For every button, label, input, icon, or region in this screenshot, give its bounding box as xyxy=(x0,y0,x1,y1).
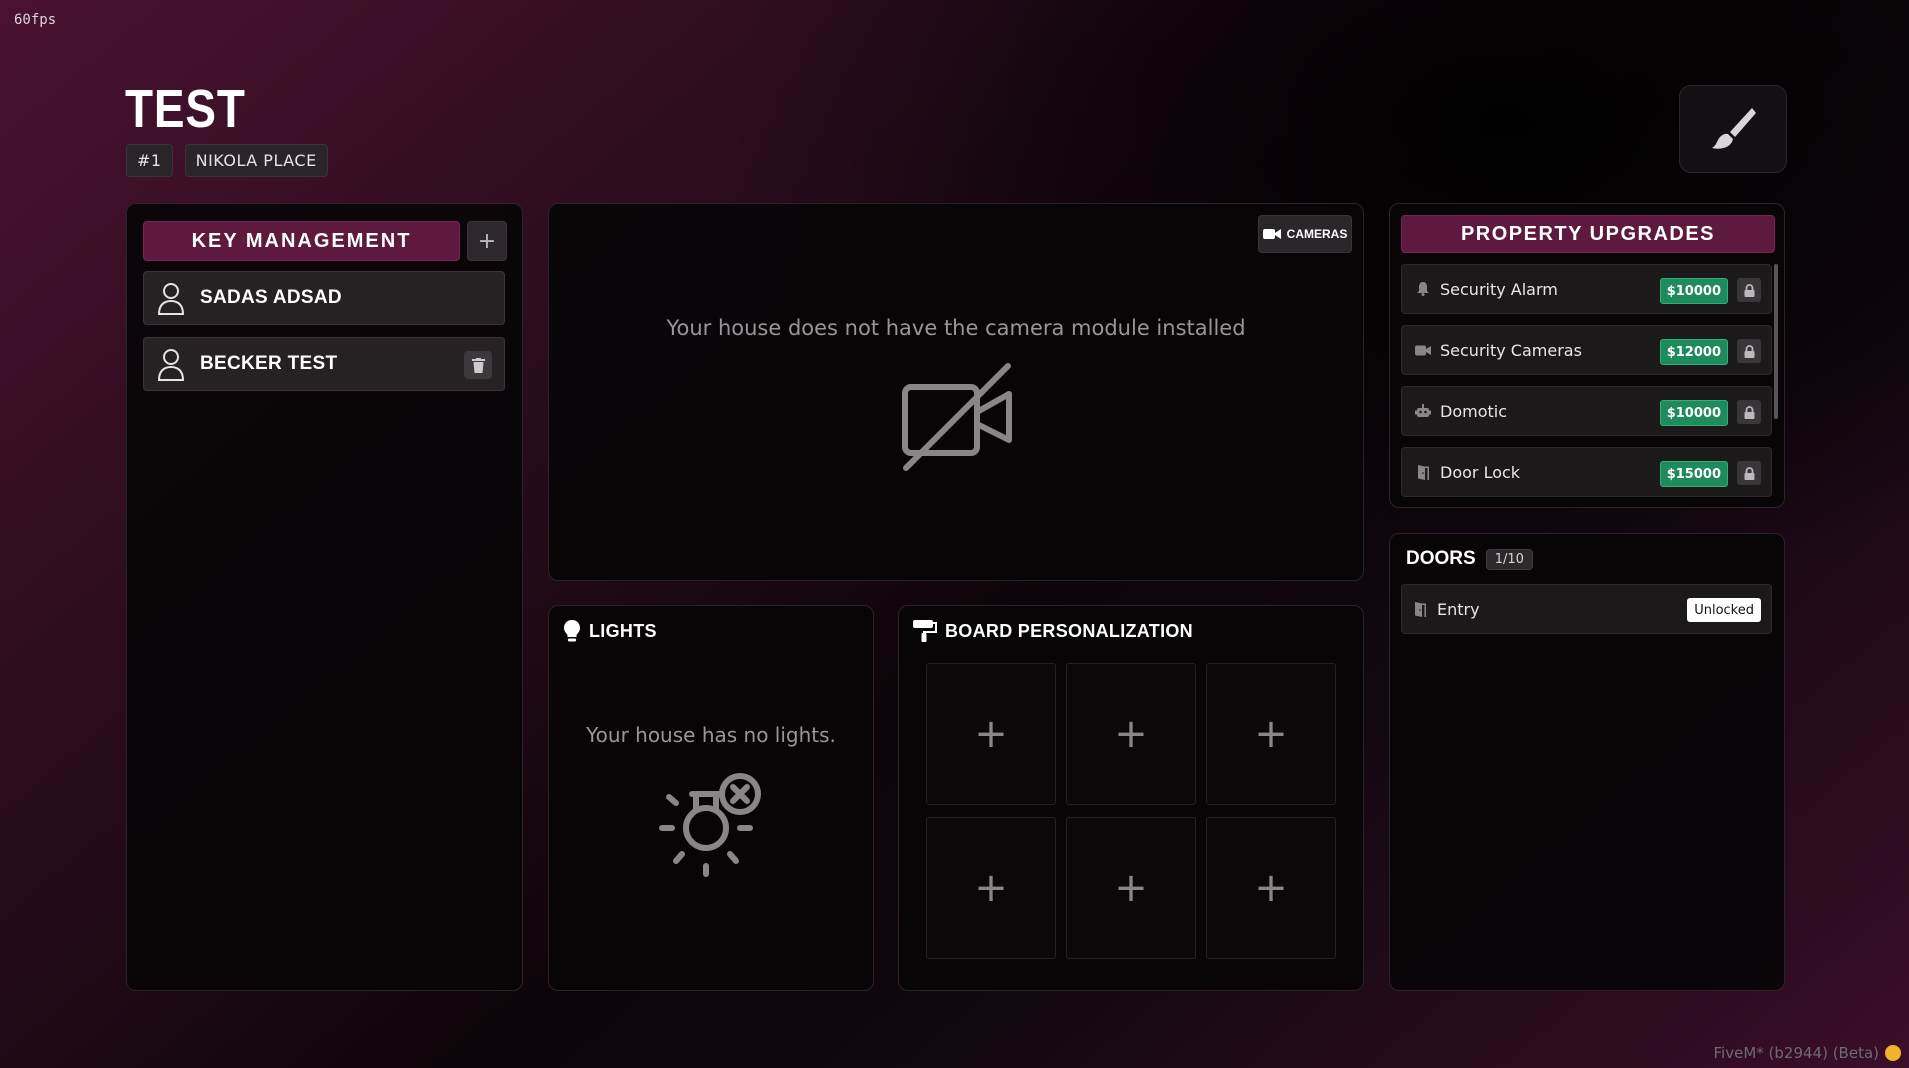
upgrade-lock-button[interactable] xyxy=(1737,339,1761,363)
fps-counter: 60fps xyxy=(14,12,57,28)
board-slot-add-button[interactable]: + xyxy=(926,817,1056,959)
lights-panel: LIGHTS Your house has no lights. xyxy=(548,605,874,991)
customize-brush-button[interactable] xyxy=(1679,85,1787,173)
light-bulb-icon xyxy=(564,620,580,642)
board-title-label: BOARD PERSONALIZATION xyxy=(945,620,1193,641)
doors-header: DOORS 1/10 xyxy=(1406,548,1533,570)
add-key-button[interactable]: + xyxy=(467,221,507,261)
property-upgrades-panel: PROPERTY UPGRADES Security Alarm $10000 … xyxy=(1389,203,1785,508)
door-label: Entry xyxy=(1437,599,1480,619)
user-icon xyxy=(157,283,185,315)
upgrade-lock-button[interactable] xyxy=(1737,278,1761,302)
key-user-name: SADAS ADSAD xyxy=(200,287,342,308)
upgrade-price: $10000 xyxy=(1659,278,1728,304)
upgrade-label: Security Cameras xyxy=(1440,340,1582,360)
cameras-button[interactable]: CAMERAS xyxy=(1258,215,1352,253)
upgrade-row-door-lock[interactable]: Door Lock $15000 xyxy=(1401,447,1772,497)
board-slot-add-button[interactable]: + xyxy=(1066,663,1196,805)
door-status-toggle[interactable]: Unlocked xyxy=(1687,598,1761,622)
video-camera-icon xyxy=(1262,229,1281,239)
board-title: BOARD PERSONALIZATION xyxy=(913,620,1193,642)
upgrade-label: Domotic xyxy=(1440,401,1507,421)
key-user-row[interactable]: SADAS ADSAD xyxy=(143,271,505,325)
property-title: TEST xyxy=(125,79,246,139)
client-logo-icon xyxy=(1885,1045,1901,1061)
lock-icon xyxy=(1744,344,1754,358)
upgrade-price: $10000 xyxy=(1659,400,1728,426)
board-slot-add-button[interactable]: + xyxy=(1206,817,1336,959)
board-slot-add-button[interactable]: + xyxy=(1206,663,1336,805)
cameras-panel: CAMERAS Your house does not have the cam… xyxy=(548,203,1364,581)
client-version-label: FiveM* (b2944) (Beta) xyxy=(1713,1044,1879,1062)
upgrade-label: Security Alarm xyxy=(1440,279,1558,299)
upgrade-row-security-alarm[interactable]: Security Alarm $10000 xyxy=(1401,264,1772,314)
board-slot-grid: + + + + + + xyxy=(926,663,1336,959)
key-management-title: KEY MANAGEMENT xyxy=(143,221,460,261)
door-icon xyxy=(1417,464,1429,480)
robot-icon xyxy=(1415,404,1431,417)
delete-key-button[interactable] xyxy=(464,351,492,379)
upgrades-scrollbar[interactable] xyxy=(1774,264,1778,419)
no-lights-message: Your house has no lights. xyxy=(586,723,836,747)
property-upgrades-title: PROPERTY UPGRADES xyxy=(1401,215,1775,253)
property-number-chip: #1 xyxy=(126,144,173,177)
doors-count-badge: 1/10 xyxy=(1485,548,1533,570)
trash-icon xyxy=(471,357,485,373)
key-user-name: BECKER TEST xyxy=(200,353,338,374)
key-management-panel: KEY MANAGEMENT + SADAS ADSAD BECKER TEST xyxy=(126,203,523,991)
board-slot-add-button[interactable]: + xyxy=(926,663,1056,805)
paint-roller-icon xyxy=(913,620,937,642)
doors-title: DOORS xyxy=(1406,548,1476,569)
upgrade-price: $12000 xyxy=(1659,339,1728,365)
upgrade-row-security-cameras[interactable]: Security Cameras $12000 xyxy=(1401,325,1772,375)
upgrade-lock-button[interactable] xyxy=(1737,400,1761,424)
client-version-footer: FiveM* (b2944) (Beta) xyxy=(1714,1044,1901,1062)
property-address-chip: NIKOLA PLACE xyxy=(184,144,328,177)
doors-panel: DOORS 1/10 Entry Unlocked xyxy=(1389,533,1785,991)
lock-icon xyxy=(1744,283,1754,297)
cameras-button-label: CAMERAS xyxy=(1286,227,1348,241)
light-bulb-off-icon xyxy=(659,773,761,877)
video-camera-off-icon xyxy=(902,363,1012,471)
bell-icon xyxy=(1417,282,1429,296)
board-slot-add-button[interactable]: + xyxy=(1066,817,1196,959)
door-row-entry[interactable]: Entry Unlocked xyxy=(1401,584,1772,634)
paint-brush-icon xyxy=(1712,108,1756,149)
lights-title-label: LIGHTS xyxy=(589,620,657,641)
upgrade-lock-button[interactable] xyxy=(1737,461,1761,485)
lock-icon xyxy=(1744,466,1754,480)
upgrade-label: Door Lock xyxy=(1440,462,1521,482)
board-personalization-panel: BOARD PERSONALIZATION + + + + + + xyxy=(898,605,1364,991)
key-user-row[interactable]: BECKER TEST xyxy=(143,337,505,391)
lock-icon xyxy=(1744,405,1754,419)
property-chips: #1 NIKOLA PLACE xyxy=(126,144,328,177)
camera-module-message: Your house does not have the camera modu… xyxy=(666,316,1246,340)
video-camera-icon xyxy=(1415,345,1431,355)
lights-title: LIGHTS xyxy=(563,620,657,642)
user-icon xyxy=(157,349,185,381)
upgrade-row-domotic[interactable]: Domotic $10000 xyxy=(1401,386,1772,436)
door-icon xyxy=(1415,601,1426,617)
upgrade-price: $15000 xyxy=(1659,461,1728,487)
